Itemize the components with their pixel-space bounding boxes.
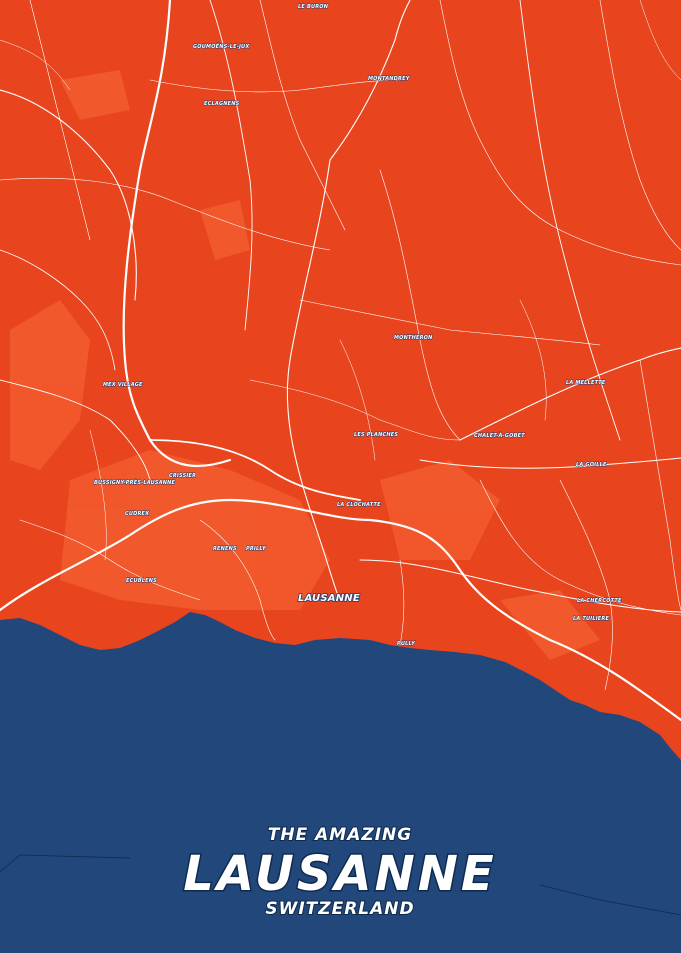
label-lausanne: LAUSANNE xyxy=(298,593,360,604)
label-la-mellette: LA MELLETTE xyxy=(566,380,606,386)
title-line1: THE AMAZING xyxy=(268,825,412,845)
label-la-clochatte: LA CLOCHATTE xyxy=(337,502,381,508)
label-la-tuilierie: LA TUILIERE xyxy=(573,616,609,622)
label-eclagnens: ECLAGNENS xyxy=(204,101,240,107)
title-city: LAUSANNE xyxy=(183,846,496,902)
label-prilly: PRILLY xyxy=(246,546,267,552)
label-le-buron: LE BURON xyxy=(298,4,329,10)
label-pully: PULLY xyxy=(397,641,416,647)
label-chalet-a-gobet: CHALET-À-GOBET xyxy=(474,432,525,439)
label-les-planches: LES PLANCHES xyxy=(354,432,398,438)
label-cudrex: CUDREX xyxy=(125,511,150,517)
label-montandrey: MONTANDREY xyxy=(368,76,411,82)
map-poster: LE BURON GOUMOËNS-LE-JUX MONTANDREY ECLA… xyxy=(0,0,681,953)
label-goumoens: GOUMOËNS-LE-JUX xyxy=(193,43,250,50)
label-crissier: CRISSIER xyxy=(169,473,196,479)
label-mex-village: MEX VILLAGE xyxy=(103,382,143,388)
label-la-chercotte: LA CHERCOTTE xyxy=(577,598,622,604)
title-country: SWITZERLAND xyxy=(265,899,414,919)
label-la-goille: LA GOILLE xyxy=(576,462,607,468)
label-montheron: MONTHERON xyxy=(394,335,433,341)
label-bussigny: BUSSIGNY-PRÈS-LAUSANNE xyxy=(94,479,176,486)
city-map: LE BURON GOUMOËNS-LE-JUX MONTANDREY ECLA… xyxy=(0,0,681,953)
label-renens: RENENS xyxy=(213,546,237,552)
label-ecublens: ECUBLENS xyxy=(126,578,157,584)
